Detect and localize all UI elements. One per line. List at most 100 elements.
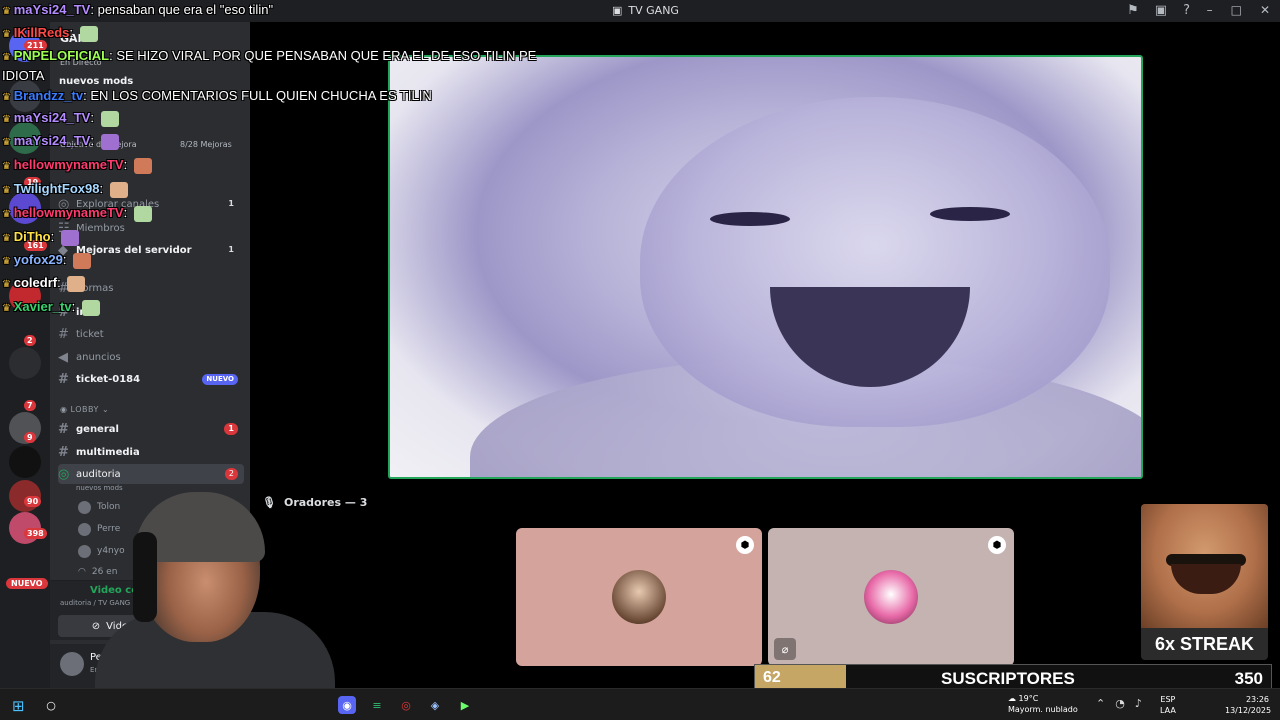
app-icon[interactable]: ◎ — [397, 696, 415, 714]
headphones — [133, 532, 157, 622]
chat-emote — [67, 275, 86, 292]
minimize-button[interactable]: – — [1207, 3, 1213, 17]
streamer-webcam — [95, 492, 335, 702]
chat-text: SE HIZO VIRAL POR QUE PENSABAN QUE ERA E… — [116, 48, 537, 63]
close-button[interactable]: ✕ — [1260, 3, 1270, 17]
crown-badge-icon: ♛ — [2, 279, 14, 290]
network-icon[interactable]: ◔ — [1115, 697, 1125, 710]
chat-emote — [100, 110, 119, 127]
channel-count: 1 — [228, 199, 234, 208]
moderator-shield-icon: ⬢ — [988, 536, 1006, 554]
mention-badge: 1 — [224, 423, 238, 435]
maximize-button[interactable]: □ — [1231, 3, 1242, 17]
chat-emote — [133, 157, 152, 174]
window-title: ▣ TV GANG — [612, 4, 679, 17]
channel-general[interactable]: # general 1 — [58, 419, 244, 439]
chat-text: EN LOS COMENTARIOS FULL QUIEN CHUCHA ES … — [90, 88, 432, 103]
chat-username: maYsi24_TV — [13, 2, 91, 17]
chevron-up-icon[interactable]: ⌃ — [1096, 697, 1105, 710]
globe-icon: ◉ — [60, 405, 71, 414]
chat-message: ♛ PNPELOFICIAL: SE HIZO VIRAL POR QUE PE… — [2, 48, 536, 63]
taskbar: ⊞ ○ ◉ ≡ ◎ ◈ ▶ ☁ 19°C Mayorm. nublado ⌃ ◔… — [0, 688, 1280, 720]
clock[interactable]: 23:26 13/12/2025 — [1225, 694, 1272, 716]
crown-badge-icon: ♛ — [2, 29, 14, 40]
subscriber-goal: 350 — [1234, 669, 1263, 688]
channel-normas[interactable]: # normas — [58, 278, 244, 298]
server-icon-5[interactable] — [9, 347, 41, 379]
category-lobby[interactable]: ◉ LOBBY ⌄ — [60, 405, 109, 414]
channel-label: anuncios — [76, 351, 121, 363]
weather-desc: Mayorm. nublado — [1008, 705, 1078, 714]
chat-separator: : — [90, 133, 98, 148]
weather-widget[interactable]: ☁ 19°C Mayorm. nublado — [1008, 693, 1078, 715]
crown-badge-icon: ♛ — [2, 209, 14, 220]
mic-icon[interactable]: ♪ — [1135, 697, 1142, 710]
streak-widget: 6x STREAK — [1141, 504, 1268, 660]
moderator-shield-icon: ⬢ — [736, 536, 754, 554]
voice-channel-auditoria[interactable]: ◎ auditoria 2 — [58, 464, 244, 484]
language-bottom: LAA — [1160, 706, 1176, 715]
avatar[interactable] — [60, 652, 84, 676]
screen: ▣ TV GANG ⚑ ▣ ? – □ ✕ 211 19 161 2 7 9 9… — [0, 0, 1280, 720]
chat-message: ♛ Xavier_tv: — [2, 299, 100, 316]
channel-anuncios[interactable]: ◀ anuncios — [58, 347, 244, 367]
chat-username: hellowmynameTV — [13, 157, 124, 172]
chat-emote — [100, 133, 119, 150]
server-badge: 398 — [24, 528, 47, 539]
channel-label: general — [76, 423, 119, 435]
chat-message: ♛ coledrf: — [2, 275, 86, 292]
channel-label: auditoria — [76, 468, 121, 480]
chat-username: maYsi24_TV — [13, 110, 91, 125]
windows-start-icon[interactable]: ⊞ — [12, 697, 25, 715]
chat-username: Brandzz_tv — [13, 88, 84, 103]
channel-count: 1 — [228, 245, 234, 254]
headphones-icon: ◠ — [78, 567, 86, 577]
video-content — [930, 207, 1010, 221]
video-content — [710, 212, 790, 226]
new-pill[interactable]: NUEVO — [6, 578, 48, 589]
discord-app-icon[interactable]: ◉ — [338, 696, 356, 714]
clock-time: 23:26 — [1245, 695, 1269, 704]
language-indicator[interactable]: ESP LAA — [1160, 694, 1176, 716]
channel-ticket-0184[interactable]: # ticket-0184 NUEVO — [58, 369, 244, 389]
clock-date: 13/12/2025 — [1225, 706, 1272, 715]
avatar — [78, 544, 91, 558]
chat-message: ♛ DiTho: — [2, 229, 79, 246]
system-tray: ⌃ ◔ ♪ — [1096, 697, 1142, 710]
crown-badge-icon: ♛ — [2, 114, 14, 125]
speaker-tile[interactable]: ⬢ ⌀ — [768, 528, 1014, 666]
server-icon-7[interactable] — [9, 446, 41, 478]
app-icon[interactable]: ▶ — [456, 696, 474, 714]
chat-username: DiTho — [13, 229, 51, 244]
chat-separator: : — [62, 252, 71, 267]
avatar — [78, 500, 91, 514]
chat-text: pensaban que era el "eso tilin" — [97, 2, 274, 17]
channel-ticket[interactable]: # ticket — [58, 324, 244, 344]
chat-username: IKillReds — [13, 25, 70, 40]
chat-message: ♛ maYsi24_TV: — [2, 133, 119, 150]
app-icon[interactable]: ≡ — [368, 696, 386, 714]
speaker-tile[interactable]: ⬢ — [516, 528, 762, 666]
muted-mic-icon: ⌀ — [774, 638, 796, 660]
search-icon[interactable]: ○ — [42, 696, 60, 714]
server-badge: 9 — [24, 432, 36, 443]
chat-username: Xavier_tv — [13, 299, 72, 314]
chat-separator: : — [50, 229, 58, 244]
channel-multimedia[interactable]: # multimedia — [58, 442, 244, 462]
mention-badge: 2 — [224, 468, 238, 480]
chat-username: yofox29 — [13, 252, 63, 267]
chat-message: ♛ TwilightFox98: — [2, 181, 128, 198]
subscriber-current: 62 — [763, 669, 781, 686]
boost-count[interactable]: 8/28 Mejoras — [180, 140, 232, 149]
crown-badge-icon: ♛ — [2, 303, 14, 314]
screen-share-icon[interactable]: ▣ — [1155, 3, 1167, 18]
stage-video[interactable] — [388, 55, 1143, 479]
chat-separator: : — [90, 2, 98, 17]
chat-separator: : — [90, 110, 98, 125]
chat-message: ♛ maYsi24_TV: pensaban que era el "eso t… — [2, 2, 273, 17]
crown-badge-icon: ♛ — [2, 161, 14, 172]
help-icon[interactable]: ? — [1183, 3, 1190, 18]
flag-icon[interactable]: ⚑ — [1127, 3, 1139, 18]
steam-app-icon[interactable]: ◈ — [426, 696, 444, 714]
chat-separator: : — [57, 275, 65, 290]
